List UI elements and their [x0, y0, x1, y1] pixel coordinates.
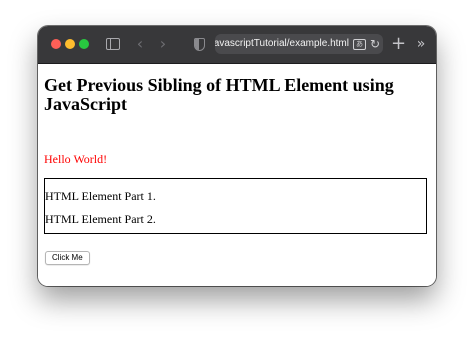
address-bar[interactable]: javascriptTutorial/example.html あ ↻	[215, 34, 383, 54]
browser-window: ‹ › javascriptTutorial/example.html あ ↻ …	[38, 26, 436, 286]
url-text: javascriptTutorial/example.html	[215, 38, 349, 49]
new-tab-icon[interactable]: +	[391, 34, 406, 54]
web-page-content: Get Previous Sibling of HTML Element usi…	[38, 64, 436, 286]
bordered-container: HTML Element Part 1. HTML Element Part 2…	[44, 178, 427, 234]
browser-toolbar: ‹ › javascriptTutorial/example.html あ ↻ …	[38, 26, 436, 64]
maximize-window-button[interactable]	[79, 39, 89, 49]
element-part-2: HTML Element Part 2.	[45, 212, 156, 226]
hello-world-text: Hello World!	[44, 152, 108, 166]
minimize-window-button[interactable]	[65, 39, 75, 49]
back-icon[interactable]: ‹	[134, 34, 146, 54]
privacy-shield-icon[interactable]	[194, 38, 205, 51]
translate-icon[interactable]: あ	[353, 39, 366, 50]
reload-icon[interactable]: ↻	[370, 34, 382, 54]
click-me-button[interactable]: Click Me	[45, 251, 90, 265]
sidebar-icon[interactable]	[106, 38, 120, 50]
url-field[interactable]: javascriptTutorial/example.html	[215, 34, 349, 54]
forward-icon[interactable]: ›	[157, 34, 169, 54]
page-heading: Get Previous Sibling of HTML Element usi…	[44, 75, 394, 114]
element-part-1: HTML Element Part 1.	[45, 189, 156, 203]
close-window-button[interactable]	[51, 39, 61, 49]
overflow-menu-icon[interactable]: »	[414, 34, 428, 54]
